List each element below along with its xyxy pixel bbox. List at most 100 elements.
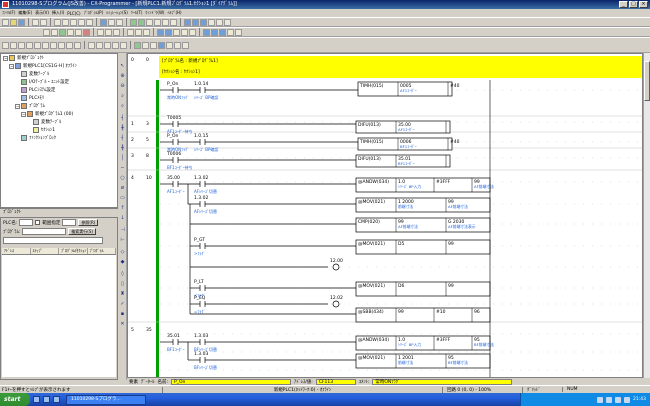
quicklaunch-desktop-icon[interactable] — [43, 396, 50, 403]
tree-expand-icon[interactable]: − — [21, 111, 26, 117]
tree-item[interactable]: − 新規ﾌﾟﾛｸﾞﾗﾑ1 (00) — [1, 110, 117, 118]
pt-tool-icon[interactable]: ⊣ — [119, 227, 126, 233]
cancel-tool-icon[interactable]: ✕ — [119, 321, 126, 327]
menu-file[interactable]: ﾌｧｲﾙ(F) — [2, 10, 15, 16]
scan-run-icon[interactable] — [235, 28, 242, 36]
taskbar-item-cx-programmer[interactable]: 11010298-Sプログラ... — [66, 394, 146, 405]
search-result-list[interactable] — [2, 255, 116, 377]
fb-tool-icon[interactable]: ◇ — [119, 249, 126, 255]
compare-tool-icon[interactable]: ◊ — [119, 271, 126, 277]
io-comment-icon[interactable] — [158, 41, 165, 49]
tree-item[interactable]: PLCﾒﾓﾘ — [1, 94, 117, 102]
vertical-line-icon[interactable] — [42, 41, 49, 49]
coil-tool-icon[interactable]: ○ — [119, 175, 126, 181]
print-preview-icon[interactable] — [40, 18, 47, 26]
col-step[interactable]: ｽﾃｯﾌﾟ — [31, 248, 59, 254]
save-icon[interactable] — [18, 18, 25, 26]
output-window-icon[interactable] — [192, 18, 199, 26]
project-window-icon[interactable] — [184, 18, 191, 26]
online-icon[interactable] — [43, 28, 50, 36]
compile-icon[interactable] — [182, 41, 189, 49]
run-mode-icon[interactable] — [83, 28, 90, 36]
break-icon[interactable] — [227, 28, 234, 36]
mnemonic-view-icon[interactable] — [142, 41, 149, 49]
menu-plc[interactable]: PLC(C) — [67, 11, 80, 16]
tree-item[interactable]: I/Oﾃｰﾌﾞﾙ・ﾕﾆｯﾄ設定 — [1, 78, 117, 86]
instruction-icon[interactable] — [74, 41, 81, 49]
coil-icon[interactable] — [58, 41, 65, 49]
program-mode-icon[interactable] — [67, 28, 74, 36]
tray-volume-icon[interactable] — [606, 396, 613, 403]
quicklaunch-media-icon[interactable] — [53, 396, 60, 403]
fb-param-icon[interactable] — [120, 41, 127, 49]
monitor-icon[interactable] — [170, 18, 177, 26]
st-view-icon[interactable] — [150, 41, 157, 49]
properties-icon[interactable] — [216, 18, 223, 26]
minimize-button[interactable]: _ — [619, 1, 628, 8]
watch-window-icon[interactable] — [200, 18, 207, 26]
ladder-view-icon[interactable] — [134, 41, 141, 49]
name-field[interactable]: P_On — [171, 378, 292, 385]
tray-security-icon[interactable] — [615, 396, 622, 403]
monitor-mode-icon[interactable] — [59, 28, 66, 36]
search-tool-icon[interactable]: ⌕ — [119, 93, 126, 99]
program-select[interactable] — [22, 228, 67, 235]
contact-or-icon[interactable] — [26, 41, 33, 49]
pt-contact-icon[interactable] — [88, 41, 95, 49]
tree-item[interactable]: − 新規ﾌﾟﾛｼﾞｪｸﾄ — [1, 54, 117, 62]
grid-icon[interactable] — [146, 18, 153, 26]
contact-nc-icon[interactable] — [18, 41, 25, 49]
paste-icon[interactable] — [70, 18, 77, 26]
auto-online-icon[interactable] — [51, 28, 58, 36]
reset-icon[interactable] — [165, 28, 172, 36]
set-icon[interactable] — [157, 28, 164, 36]
tree-item[interactable]: 変数ﾃｰﾌﾞﾙ — [1, 70, 117, 78]
find-icon[interactable] — [100, 18, 107, 26]
pointer-tool-icon[interactable]: ↖ — [119, 63, 126, 69]
rung-comment-icon[interactable] — [166, 41, 173, 49]
tree-expand-icon[interactable]: − — [15, 103, 20, 109]
bit-tool-icon[interactable]: ▪ — [119, 311, 126, 317]
trash-tool-icon[interactable]: ♜ — [119, 291, 126, 297]
bool-icon[interactable] — [104, 41, 111, 49]
menu-simulation[interactable]: ｼﾐｭﾚｰｼｮﾝ(S) — [106, 10, 128, 16]
comment-icon[interactable] — [154, 18, 161, 26]
ref-button[interactable]: 参照(R) — [78, 219, 99, 226]
tree-item[interactable]: 変数ﾃｰﾌﾞﾙ — [1, 118, 117, 126]
debug-mode-icon[interactable] — [75, 28, 82, 36]
tree-item[interactable]: ｾｸｼｮﾝ1 — [1, 126, 117, 134]
cut-icon[interactable] — [54, 18, 61, 26]
close-button[interactable]: × — [639, 1, 648, 8]
pt-contact-nc-icon[interactable] — [96, 41, 103, 49]
search-input[interactable] — [3, 237, 103, 244]
start-button[interactable]: start — [0, 393, 30, 406]
force-cancel-icon[interactable] — [189, 28, 196, 36]
or-tool-icon[interactable]: ┤ — [119, 135, 126, 141]
vertical-scrollbar[interactable] — [643, 53, 650, 378]
nc-coil-tool-icon[interactable]: ø — [119, 185, 126, 191]
range-input[interactable] — [62, 219, 77, 226]
vline-tool-icon[interactable]: │ — [119, 155, 126, 161]
plc-name-input[interactable] — [19, 219, 34, 226]
horizontal-line-icon[interactable] — [50, 41, 57, 49]
coil-nc-icon[interactable] — [66, 41, 73, 49]
zoom-out-tool-icon[interactable]: ⊖ — [119, 83, 126, 89]
fb-call-icon[interactable] — [112, 41, 119, 49]
tree-item[interactable]: PLCｼｽﾃﾑ設定 — [1, 86, 117, 94]
help-icon[interactable] — [116, 18, 123, 26]
tray-ime-icon[interactable] — [624, 396, 631, 403]
menu-view[interactable]: 表示(V) — [35, 10, 49, 16]
new-file-icon[interactable] — [2, 18, 9, 26]
compare-icon[interactable] — [113, 28, 120, 36]
step-in-icon[interactable] — [219, 28, 226, 36]
select-icon[interactable] — [2, 41, 9, 49]
col-program[interactable]: ﾌﾟﾛｸﾞﾗﾑ — [88, 248, 116, 254]
range-checkbox[interactable] — [35, 220, 41, 225]
zoom-out-icon[interactable] — [138, 18, 145, 26]
scroll-thumb[interactable] — [644, 61, 650, 101]
contact-or-nc-icon[interactable] — [34, 41, 41, 49]
tree-expand-icon[interactable]: − — [3, 55, 8, 61]
tab-project[interactable]: ﾌﾟﾛｼﾞｪｸﾄ — [0, 208, 118, 216]
transfer-to-plc-icon[interactable] — [97, 28, 104, 36]
menu-window[interactable]: ｳｨﾝﾄﾞｳ(W) — [145, 10, 164, 16]
